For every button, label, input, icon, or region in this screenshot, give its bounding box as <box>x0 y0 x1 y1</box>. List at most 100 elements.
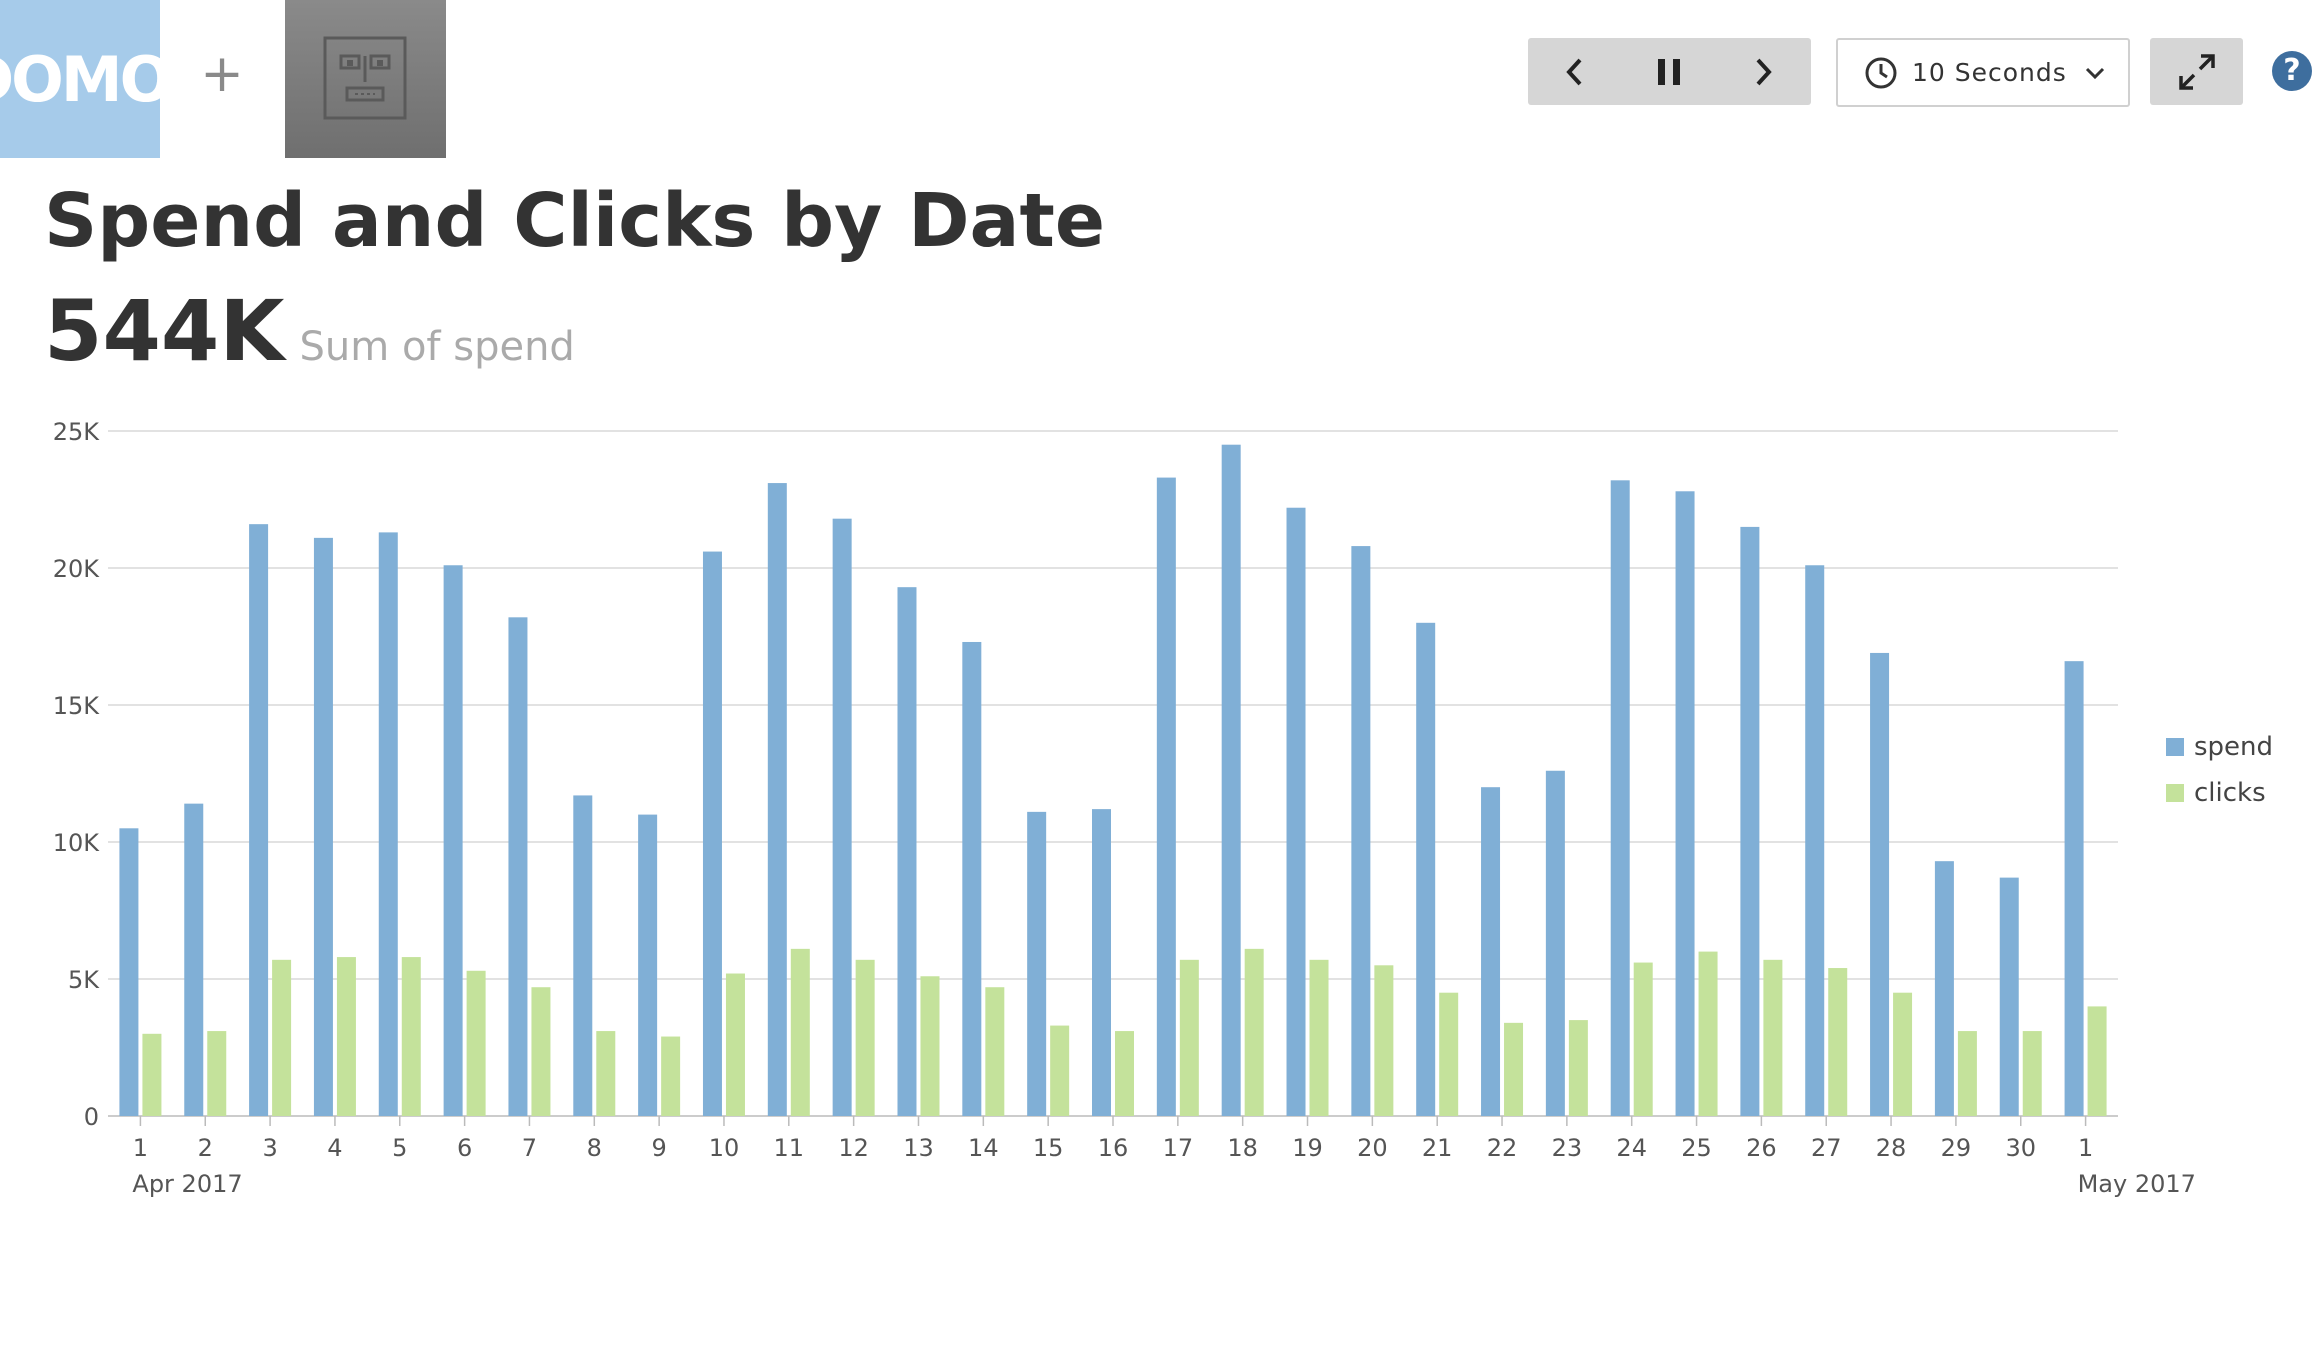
x-tick-label: 25 <box>1681 1134 1712 1162</box>
x-tick-label: 12 <box>838 1134 869 1162</box>
bar-chart: 05K10K15K20K25K1 2 3 4 5 6 7 8 9 10 11 12 13 14 15 16 17… <box>53 418 2273 1198</box>
clicks-bar <box>790 948 810 1116</box>
x-tick-label: 21 <box>1422 1134 1453 1162</box>
clicks-bar <box>1568 1020 1588 1116</box>
x-tick-label: 24 <box>1616 1134 1647 1162</box>
x-tick-label: 2 <box>198 1134 213 1162</box>
x-tick-label: 5 <box>392 1134 407 1162</box>
clicks-bar <box>1957 1031 1977 1116</box>
clicks-bar <box>531 987 551 1116</box>
clicks-bar <box>207 1031 227 1116</box>
spend-bar <box>1351 546 1371 1116</box>
clicks-bar <box>272 959 292 1116</box>
x-tick-label: 17 <box>1163 1134 1194 1162</box>
spend-bar <box>897 587 917 1116</box>
x-tick-label: 23 <box>1552 1134 1583 1162</box>
clicks-bar <box>2087 1006 2107 1116</box>
spend-bar <box>1675 491 1695 1116</box>
legend-label-clicks: clicks <box>2194 778 2266 808</box>
spend-bar <box>1740 526 1760 1116</box>
x-tick-label: 26 <box>1746 1134 1777 1162</box>
spend-bar <box>1416 622 1436 1116</box>
spend-bar <box>1999 877 2019 1116</box>
spend-bar <box>702 551 722 1116</box>
spend-bar <box>1870 652 1890 1116</box>
spend-bar <box>1156 477 1176 1117</box>
spend-bar <box>313 537 333 1116</box>
spend-bar <box>832 518 852 1116</box>
x-group-label: Apr 2017 <box>132 1170 242 1198</box>
spend-bar <box>767 483 787 1116</box>
clicks-bar <box>1698 951 1718 1116</box>
spend-bar <box>378 532 398 1116</box>
clicks-bar <box>1179 959 1199 1116</box>
spend-bar <box>1027 811 1047 1116</box>
x-tick-label: 19 <box>1292 1134 1323 1162</box>
legend-swatch-spend <box>2166 738 2184 756</box>
clicks-bar <box>1244 948 1264 1116</box>
clicks-bar <box>1633 962 1653 1116</box>
clicks-bar <box>1893 992 1913 1116</box>
spend-bar <box>1545 770 1565 1116</box>
x-tick-label: 27 <box>1811 1134 1842 1162</box>
clicks-bar <box>985 987 1005 1116</box>
clicks-bar <box>1763 959 1783 1116</box>
x-tick-label: 29 <box>1941 1134 1972 1162</box>
spend-bar <box>1221 444 1241 1116</box>
x-tick-label: 28 <box>1876 1134 1907 1162</box>
spend-bar <box>1610 480 1630 1116</box>
spend-bar <box>1286 507 1306 1117</box>
clicks-bar <box>1115 1031 1134 1116</box>
clicks-bar <box>336 957 356 1116</box>
y-tick-label: 15K <box>53 692 101 720</box>
spend-bar <box>1481 787 1501 1116</box>
spend-bar <box>1934 861 1954 1116</box>
spend-bar <box>508 617 528 1116</box>
clicks-bar <box>466 970 486 1116</box>
spend-bar <box>249 524 269 1116</box>
spend-bar <box>1092 809 1111 1116</box>
clicks-bar <box>1374 965 1394 1116</box>
clicks-bar <box>920 976 940 1116</box>
spend-bar <box>443 565 463 1116</box>
x-tick-label: 8 <box>587 1134 602 1162</box>
spend-bar <box>119 828 139 1116</box>
x-tick-label: 13 <box>903 1134 934 1162</box>
x-tick-label: 1 <box>2078 1134 2093 1162</box>
spend-bar <box>184 803 204 1116</box>
x-tick-label: 7 <box>522 1134 537 1162</box>
x-group-label: May 2017 <box>2078 1170 2196 1198</box>
x-tick-label: 14 <box>968 1134 999 1162</box>
x-tick-label: 15 <box>1033 1134 1064 1162</box>
legend-swatch-clicks <box>2166 784 2184 802</box>
clicks-bar <box>725 973 745 1116</box>
y-tick-label: 10K <box>53 829 101 857</box>
x-tick-label: 9 <box>651 1134 666 1162</box>
spend-bar <box>962 641 982 1116</box>
x-tick-label: 3 <box>262 1134 277 1162</box>
clicks-bar <box>661 1036 681 1116</box>
x-tick-label: 30 <box>2005 1134 2036 1162</box>
y-tick-label: 25K <box>53 418 101 446</box>
clicks-bar <box>1439 992 1459 1116</box>
x-tick-label: 11 <box>774 1134 805 1162</box>
x-tick-label: 1 <box>133 1134 148 1162</box>
clicks-bar <box>1828 968 1848 1116</box>
x-tick-label: 4 <box>327 1134 342 1162</box>
spend-bar <box>2064 661 2084 1116</box>
x-tick-label: 18 <box>1227 1134 1258 1162</box>
y-tick-label: 0 <box>84 1103 99 1131</box>
x-tick-label: 10 <box>709 1134 740 1162</box>
clicks-bar <box>596 1031 616 1116</box>
clicks-bar <box>142 1033 162 1116</box>
spend-bar <box>573 795 593 1116</box>
spend-bar <box>1805 565 1825 1116</box>
clicks-bar <box>1504 1022 1524 1116</box>
clicks-bar <box>1050 1025 1070 1116</box>
clicks-bar <box>855 959 875 1116</box>
clicks-bar <box>1309 959 1329 1116</box>
x-tick-label: 20 <box>1357 1134 1388 1162</box>
y-tick-label: 20K <box>53 555 101 583</box>
y-tick-label: 5K <box>68 966 100 994</box>
clicks-bar <box>2022 1031 2042 1116</box>
